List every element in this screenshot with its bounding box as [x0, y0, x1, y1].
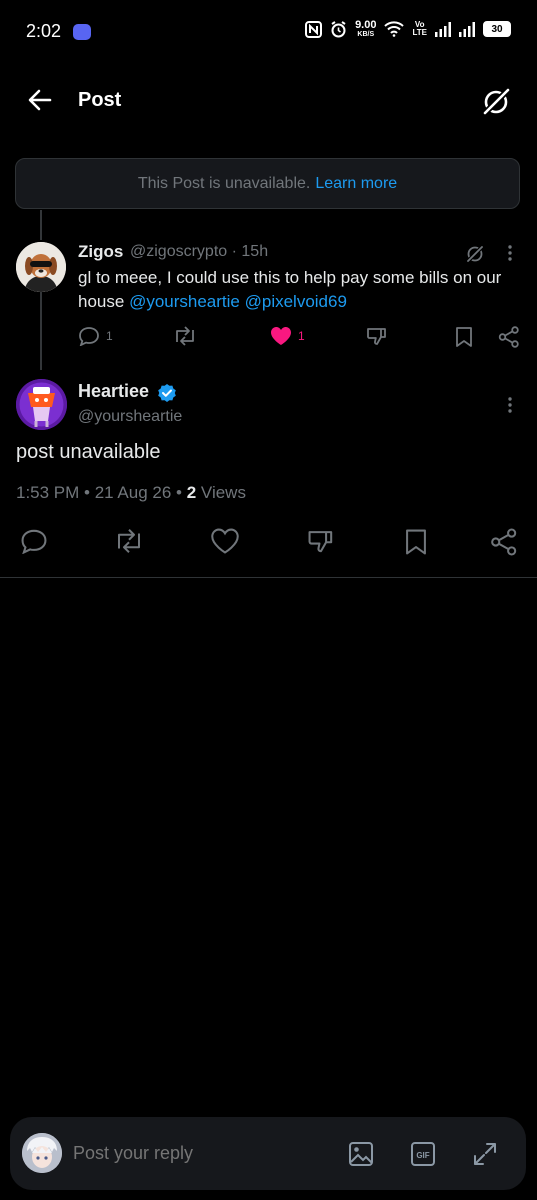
like-icon — [271, 327, 291, 345]
bookmark-button[interactable] — [455, 326, 473, 348]
dislike-icon — [367, 328, 386, 345]
status-bar: 2:02 9.00 KB/S Vo LTE 30 — [0, 0, 537, 62]
dislike-button[interactable] — [366, 326, 388, 346]
banner-text: This Post is unavailable. — [137, 174, 311, 192]
bookmark-icon — [456, 327, 472, 347]
like-button[interactable] — [211, 528, 239, 554]
thread-line — [40, 292, 42, 370]
anime-avatar-image — [22, 1133, 62, 1173]
verified-icon — [158, 384, 176, 402]
battery-indicator: 30 — [483, 21, 511, 37]
like-button[interactable]: 1 — [270, 326, 305, 346]
expand-composer-button[interactable] — [472, 1141, 498, 1167]
share-icon — [498, 326, 519, 348]
avatar-heartiee[interactable] — [16, 379, 67, 430]
svg-text:GIF: GIF — [416, 1151, 429, 1160]
thread-line-top — [40, 210, 42, 240]
back-arrow-icon — [28, 89, 52, 111]
character-avatar-image — [16, 379, 67, 430]
status-time: 2:02 — [26, 21, 62, 41]
add-gif-button[interactable]: GIF — [410, 1141, 436, 1167]
more-icon — [508, 397, 512, 413]
grok-icon — [481, 86, 512, 117]
views-count[interactable]: 2 — [187, 483, 196, 502]
mention-link[interactable]: @yoursheartie — [129, 292, 240, 311]
grok-icon — [465, 244, 485, 264]
share-icon — [491, 528, 517, 556]
bookmark-button[interactable] — [404, 528, 428, 556]
grok-button[interactable] — [478, 84, 514, 120]
add-image-button[interactable] — [348, 1141, 374, 1167]
reply-icon — [21, 529, 47, 554]
reply-button[interactable]: 1 — [78, 326, 113, 346]
alarm-icon — [331, 20, 346, 37]
gif-icon: GIF — [411, 1142, 435, 1166]
tweet-text: gl to meee, I could use this to help pay… — [78, 268, 502, 311]
my-avatar[interactable] — [22, 1133, 62, 1173]
more-icon — [508, 245, 512, 261]
page-title: Post — [78, 89, 122, 111]
avatar-zigos[interactable] — [16, 242, 66, 292]
image-icon — [349, 1142, 373, 1166]
bookmark-icon — [406, 529, 426, 555]
more-options-button[interactable] — [503, 244, 517, 262]
post-meta: 1:53 PM • 21 Aug 26 • 2 Views — [16, 483, 246, 502]
repost-icon — [176, 326, 194, 346]
reply-icon — [79, 327, 99, 346]
dislike-icon — [308, 531, 333, 553]
volte-indicator: Vo LTE — [412, 20, 427, 37]
share-button[interactable] — [490, 528, 518, 556]
reply-input[interactable] — [73, 1143, 323, 1164]
grok-explain-button[interactable] — [464, 243, 486, 265]
discord-notification-icon — [73, 24, 91, 40]
author-name[interactable]: Zigos — [78, 242, 123, 262]
repost-button[interactable] — [173, 326, 197, 346]
more-options-button[interactable] — [503, 396, 517, 414]
network-speed: 9.00 KB/S — [355, 19, 377, 39]
author-handle-time: @zigoscrypto · 15h — [130, 243, 269, 260]
expand-icon — [474, 1143, 496, 1165]
like-icon — [211, 528, 239, 554]
repost-icon — [118, 529, 140, 553]
wifi-icon — [384, 21, 405, 37]
post-text: post unavailable — [16, 441, 161, 463]
signal-icon-1 — [435, 21, 451, 37]
reply-button[interactable] — [20, 528, 48, 554]
post-actions — [16, 528, 521, 558]
repost-button[interactable] — [114, 528, 144, 554]
dislike-button[interactable] — [307, 528, 335, 554]
author-handle: @yoursheartie — [78, 408, 183, 425]
verified-badge — [157, 383, 177, 403]
status-icons: 9.00 KB/S Vo LTE 30 — [305, 20, 511, 38]
dog-avatar-image — [16, 242, 66, 292]
divider — [0, 577, 537, 578]
nfc-icon — [305, 20, 323, 38]
tweet-actions: 1 1 — [78, 326, 523, 350]
mention-link[interactable]: @pixelvoid69 — [245, 292, 347, 311]
signal-icon-2 — [459, 21, 475, 37]
back-button[interactable] — [26, 86, 54, 114]
unavailable-banner: This Post is unavailable. Learn more — [15, 158, 520, 209]
learn-more-link[interactable]: Learn more — [315, 175, 397, 193]
author-name[interactable]: Heartiee — [78, 381, 149, 402]
share-button[interactable] — [498, 326, 520, 348]
